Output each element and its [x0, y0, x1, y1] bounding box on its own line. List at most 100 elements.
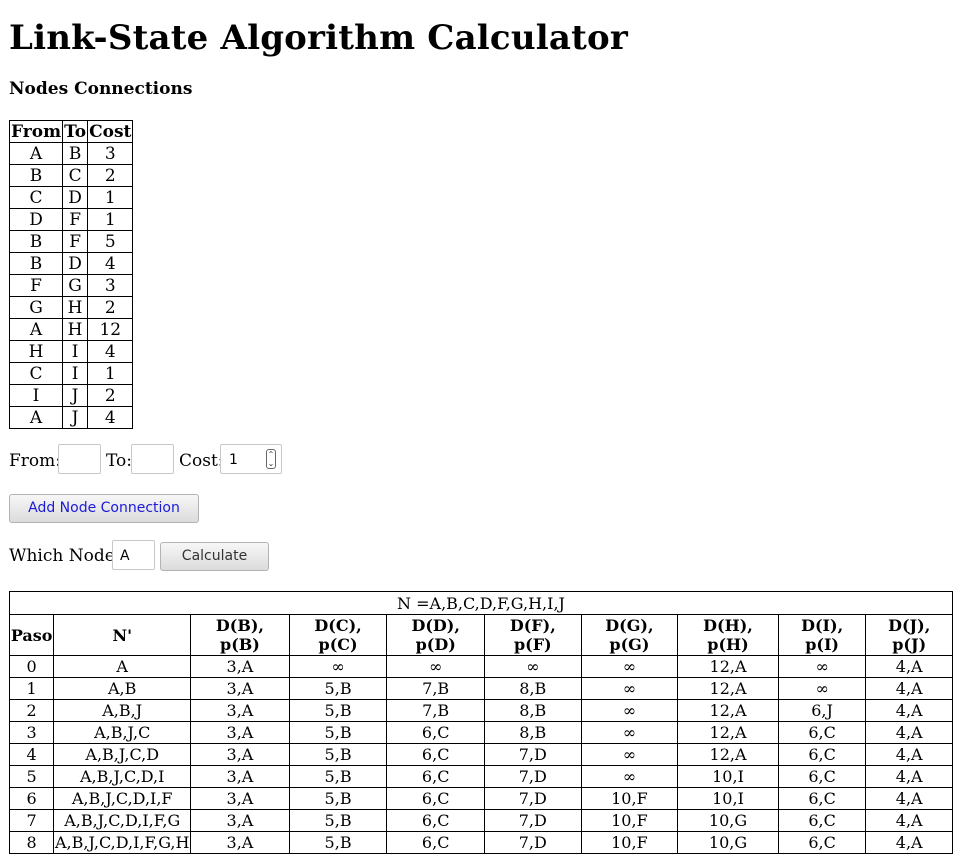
distance-cell: 5,B: [288, 743, 388, 766]
step-cell: 1: [8, 677, 55, 700]
table-row: 3 A,B,J,C 3,A 5,B 6,C 8,B ∞ 12,A 6,C 4,A: [8, 721, 953, 744]
distance-cell: ∞: [580, 765, 679, 788]
distance-cell: 12,A: [677, 655, 779, 678]
spin-up-icon[interactable]: ⌃: [267, 450, 275, 459]
distance-cell: 7,D: [483, 765, 582, 788]
distance-cell: 8,B: [483, 721, 582, 744]
table-row: 8 A,B,J,C,D,I,F,G,H 3,A 5,B 6,C 7,D 10,F 10,G 6,…: [8, 831, 953, 854]
distance-cell: 7,D: [483, 743, 582, 766]
to-cell: D: [62, 186, 89, 209]
distance-cell: 5,B: [288, 765, 388, 788]
result-header-cell: D(D), p(D): [386, 614, 485, 656]
distance-cell: ∞: [580, 699, 679, 722]
to-cell: I: [62, 340, 89, 363]
distance-cell: 6,C: [777, 765, 867, 788]
distance-cell: 4,A: [865, 743, 953, 766]
from-cell: B: [8, 252, 64, 275]
cost-cell: 3: [87, 142, 134, 165]
distance-cell: 5,B: [288, 721, 388, 744]
table-row: IJ2: [8, 384, 134, 407]
from-cell: B: [8, 230, 64, 253]
table-row: AB3: [8, 142, 134, 165]
result-header-cell: N': [53, 614, 192, 656]
visited-set-cell: A,B,J,C: [53, 721, 192, 744]
which-node-input[interactable]: A: [112, 540, 155, 570]
distance-cell: 7,B: [386, 699, 485, 722]
visited-set-cell: A,B,J,C,D: [53, 743, 192, 766]
result-header-cell: D(C), p(C): [288, 614, 388, 656]
result-header-row: Paso N' D(B), p(B) D(C), p(C) D(D), p(D) D(F)…: [8, 614, 953, 656]
distance-cell: 10,I: [677, 787, 779, 810]
cost-input[interactable]: 1 ⌃ ⌄: [220, 444, 282, 474]
distance-cell: 6,C: [386, 743, 485, 766]
distance-cell: 6,C: [777, 831, 867, 854]
distance-cell: 10,G: [677, 809, 779, 832]
distance-cell: 12,A: [677, 699, 779, 722]
distance-cell: 6,C: [386, 831, 485, 854]
distance-cell: 4,A: [865, 787, 953, 810]
distance-cell: 6,C: [777, 721, 867, 744]
cost-cell: 2: [87, 164, 134, 187]
from-cell: B: [8, 164, 64, 187]
to-cell: F: [62, 208, 89, 231]
connections-header-row: From To Cost: [8, 120, 134, 143]
spin-down-icon[interactable]: ⌄: [267, 459, 275, 468]
distance-cell: ∞: [288, 655, 388, 678]
distance-cell: 6,C: [777, 743, 867, 766]
distance-cell: 5,B: [288, 699, 388, 722]
cost-value: 1: [229, 452, 238, 468]
table-row: 1 A,B 3,A 5,B 7,B 8,B ∞ 12,A ∞ 4,A: [8, 677, 953, 700]
distance-cell: 4,A: [865, 765, 953, 788]
distance-cell: 7,D: [483, 831, 582, 854]
distance-cell: 7,D: [483, 787, 582, 810]
cost-label: Cost:: [179, 451, 224, 471]
visited-set-cell: A,B,J,C,D,I: [53, 765, 192, 788]
result-table: N =A,B,C,D,F,G,H,I,J Paso N' D(B), p(B) D(C…: [8, 591, 953, 854]
table-row: AJ4: [8, 406, 134, 429]
from-cell: A: [8, 142, 64, 165]
distance-cell: 3,A: [190, 677, 290, 700]
cost-cell: 1: [87, 208, 134, 231]
distance-cell: 10,I: [677, 765, 779, 788]
from-cell: A: [8, 406, 64, 429]
add-node-connection-button[interactable]: Add Node Connection: [9, 494, 199, 523]
calculate-button[interactable]: Calculate: [160, 542, 269, 571]
which-node-label: Which Node:: [9, 546, 121, 566]
distance-cell: 10,F: [580, 787, 679, 810]
table-row: A H 12: [8, 318, 134, 341]
visited-set-cell: A,B,J,C,D,I,F,G: [53, 809, 192, 832]
from-cell: C: [8, 186, 64, 209]
cost-cell: 1: [87, 362, 134, 385]
table-row: 5 A,B,J,C,D,I 3,A 5,B 6,C 7,D ∞ 10,I 6,C 4,A: [8, 765, 953, 788]
cost-cell: 2: [87, 384, 134, 407]
to-cell: J: [62, 406, 89, 429]
to-label: To:: [106, 451, 132, 471]
cost-cell: 1: [87, 186, 134, 209]
cost-cell: 2: [87, 296, 134, 319]
cost-spinner[interactable]: ⌃ ⌄: [266, 449, 276, 469]
from-cell: D: [8, 208, 64, 231]
from-input[interactable]: [58, 444, 101, 474]
from-cell: C: [8, 362, 64, 385]
table-row: DF1: [8, 208, 134, 231]
step-cell: 8: [8, 831, 55, 854]
visited-set-cell: A,B,J,C,D,I,F: [53, 787, 192, 810]
distance-cell: 10,F: [580, 831, 679, 854]
to-cell: H: [62, 296, 89, 319]
distance-cell: 5,B: [288, 809, 388, 832]
table-row: CD1: [8, 186, 134, 209]
from-cell: F: [8, 274, 64, 297]
distance-cell: 4,A: [865, 699, 953, 722]
distance-cell: 6,C: [777, 787, 867, 810]
to-cell: I: [62, 362, 89, 385]
page-title: Link-State Algorithm Calculator: [9, 18, 628, 58]
to-cell: G: [62, 274, 89, 297]
header-from: From: [8, 120, 64, 143]
from-cell: A: [8, 318, 64, 341]
to-input[interactable]: [131, 444, 174, 474]
table-row: BD4: [8, 252, 134, 275]
step-cell: 3: [8, 721, 55, 744]
visited-set-cell: A: [53, 655, 192, 678]
distance-cell: 6,C: [386, 809, 485, 832]
distance-cell: 4,A: [865, 677, 953, 700]
